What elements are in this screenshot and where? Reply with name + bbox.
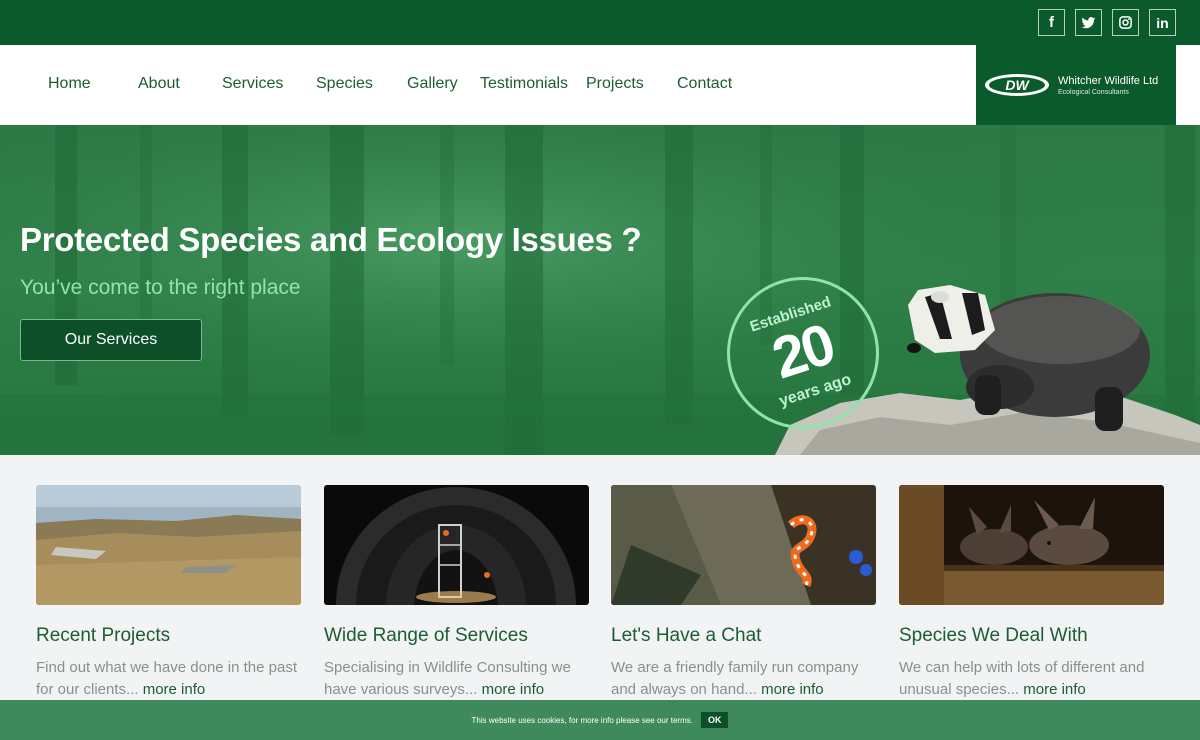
nav-contact[interactable]: Contact bbox=[677, 75, 732, 93]
cookie-notice-text: This website uses cookies, for more info… bbox=[471, 715, 693, 725]
snake-tree-image[interactable] bbox=[611, 485, 876, 605]
linkedin-icon[interactable]: in bbox=[1149, 9, 1176, 36]
card-description: We can help with lots of different and u… bbox=[899, 657, 1164, 701]
nav-services[interactable]: Services bbox=[222, 75, 283, 93]
more-info-link[interactable]: more info bbox=[143, 681, 206, 698]
nav-species[interactable]: Species bbox=[316, 75, 373, 93]
snake-photo bbox=[611, 485, 876, 605]
hero-title: Protected Species and Ecology Issues ? bbox=[20, 221, 642, 258]
card-recent-projects: Recent Projects Find out what we have do… bbox=[36, 485, 301, 701]
logo-tagline: Ecological Consultants bbox=[1058, 89, 1129, 96]
instagram-camera-icon bbox=[1119, 16, 1132, 29]
nav-projects[interactable]: Projects bbox=[586, 75, 644, 93]
more-info-link[interactable]: more info bbox=[1023, 681, 1086, 698]
hero-subtitle: You’ve come to the right place bbox=[20, 276, 301, 299]
facebook-glyph: f bbox=[1049, 14, 1054, 31]
card-text: We can help with lots of different and u… bbox=[899, 659, 1145, 698]
cookie-banner: This website uses cookies, for more info… bbox=[0, 700, 1200, 740]
card-description: Specialising in Wildlife Consulting we h… bbox=[324, 657, 589, 701]
card-title: Recent Projects bbox=[36, 625, 171, 646]
logo-company-name: Whitcher Wildlife Ltd bbox=[1058, 75, 1159, 87]
card-chat: Let's Have a Chat We are a friendly fami… bbox=[611, 485, 876, 701]
quarry-landscape-image[interactable] bbox=[36, 485, 301, 605]
site-logo[interactable]: DW Whitcher Wildlife Ltd Ecological Cons… bbox=[976, 45, 1176, 125]
more-info-link[interactable]: more info bbox=[482, 681, 545, 698]
card-description: Find out what we have done in the past f… bbox=[36, 657, 301, 701]
more-info-link[interactable]: more info bbox=[761, 681, 824, 698]
instagram-icon[interactable] bbox=[1112, 9, 1139, 36]
nav-gallery[interactable]: Gallery bbox=[407, 75, 458, 93]
facebook-icon[interactable]: f bbox=[1038, 9, 1065, 36]
tunnel-image[interactable] bbox=[324, 485, 589, 605]
our-services-button[interactable]: Our Services bbox=[20, 319, 202, 361]
card-title: Species We Deal With bbox=[899, 625, 1088, 646]
bats-image[interactable] bbox=[899, 485, 1164, 605]
bats-photo bbox=[899, 485, 1164, 605]
linkedin-glyph: in bbox=[1156, 14, 1169, 31]
cookie-ok-button[interactable]: OK bbox=[700, 712, 729, 728]
logo-mark-icon: DW bbox=[985, 74, 1049, 96]
card-services: Wide Range of Services Specialising in W… bbox=[324, 485, 589, 701]
hero-banner: Protected Species and Ecology Issues ? Y… bbox=[0, 125, 1200, 455]
quarry-photo bbox=[36, 485, 301, 605]
card-title: Let's Have a Chat bbox=[611, 625, 762, 646]
logo-mark-text: DW bbox=[1005, 77, 1030, 93]
top-bar: f in bbox=[0, 0, 1200, 45]
card-description: We are a friendly family run company and… bbox=[611, 657, 876, 701]
nav-about[interactable]: About bbox=[138, 75, 180, 93]
twitter-bird-icon bbox=[1081, 17, 1096, 29]
card-species: Species We Deal With We can help with lo… bbox=[899, 485, 1164, 701]
nav-home[interactable]: Home bbox=[48, 75, 91, 93]
twitter-icon[interactable] bbox=[1075, 9, 1102, 36]
nav-testimonials[interactable]: Testimonials bbox=[480, 75, 568, 93]
tunnel-photo bbox=[324, 485, 589, 605]
card-title: Wide Range of Services bbox=[324, 625, 528, 646]
